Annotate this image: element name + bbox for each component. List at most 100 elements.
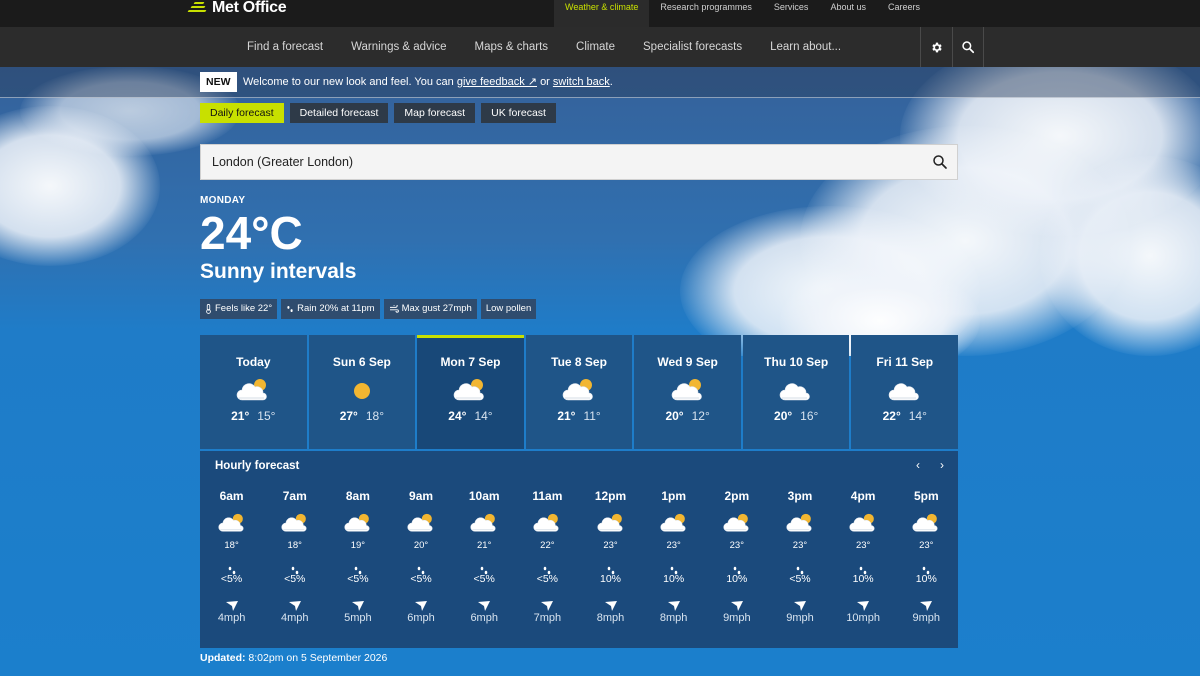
nav-maps-charts[interactable]: Maps & charts	[461, 27, 563, 67]
hour-column: 1pm 23° 10% 8mph	[642, 489, 705, 626]
hour-temp: 18°	[287, 540, 302, 551]
toplink-weather-climate[interactable]: Weather & climate	[554, 0, 650, 27]
day-high: 21°	[231, 409, 250, 423]
day-temps: 21° 11°	[526, 409, 633, 423]
hour-temp: 23°	[919, 540, 934, 551]
hour-time: 1pm	[661, 489, 687, 503]
hourly-next-button[interactable]: ›	[934, 457, 950, 473]
hour-rain-chance: <5%	[284, 573, 306, 585]
day-card[interactable]: Mon 7 Sep 24° 14°	[417, 335, 524, 449]
toplink-research[interactable]: Research programmes	[649, 0, 763, 27]
current-chips: Feels like 22° Rain 20% at 11pm Max gust…	[200, 299, 537, 319]
day-low: 18°	[365, 409, 385, 423]
nav-learn-about[interactable]: Learn about...	[756, 27, 855, 67]
wind-direction-icon	[541, 598, 554, 611]
hour-time: 10am	[468, 489, 500, 503]
hourly-columns: 6am 18° <5% 4mph 7am 18° <5% 4mph 8am 19° <5% 5mph 9…	[200, 489, 958, 626]
hour-wind-speed: 9mph	[912, 612, 941, 624]
settings-button[interactable]	[920, 27, 952, 67]
day-high: 20°	[665, 409, 684, 423]
sunny-intervals-icon	[596, 512, 626, 534]
sunny-intervals-icon	[659, 512, 689, 534]
day-card[interactable]: Thu 10 Sep 20° 16°	[742, 335, 850, 449]
hour-rain-chance: <5%	[536, 573, 559, 585]
sunny-intervals-icon	[561, 377, 597, 403]
hour-wind-speed: 10mph	[846, 612, 880, 624]
day-high: 27°	[339, 409, 358, 423]
tab-map-forecast[interactable]: Map forecast	[394, 103, 476, 123]
day-low: 16°	[800, 409, 819, 423]
current-conditions: MONDAY 24°C Sunny intervals	[200, 195, 356, 284]
give-feedback-link[interactable]: give feedback ↗	[457, 76, 537, 88]
search-icon	[933, 155, 947, 169]
hour-rain-chance: <5%	[789, 573, 811, 585]
tab-detailed-forecast[interactable]: Detailed forecast	[289, 103, 389, 123]
switch-back-link[interactable]: switch back	[553, 76, 610, 88]
nav-find-forecast[interactable]: Find a forecast	[233, 27, 337, 67]
hour-rain-chance: 10%	[600, 573, 622, 585]
new-badge: NEW	[200, 72, 237, 92]
day-card[interactable]: Fri 11 Sep 22° 14°	[851, 335, 959, 449]
hour-rain-chance: <5%	[220, 573, 243, 585]
day-low: 14°	[908, 409, 927, 423]
hour-column: 9am 20° <5% 6mph	[389, 489, 452, 626]
hour-column: 11am 22° <5% 7mph	[516, 489, 579, 626]
nav-warnings[interactable]: Warnings & advice	[337, 27, 460, 67]
hour-temp: 23°	[792, 540, 808, 551]
day-temps: 22° 14°	[851, 409, 958, 423]
sky-background	[0, 66, 1200, 356]
toplink-careers[interactable]: Careers	[877, 0, 931, 27]
toplink-about[interactable]: About us	[819, 0, 877, 27]
sunny-intervals-icon	[452, 377, 488, 403]
hour-wind-speed: 5mph	[344, 612, 372, 624]
location-search-input[interactable]	[201, 145, 921, 179]
day-card[interactable]: Tue 8 Sep 21° 11°	[525, 335, 633, 449]
sunny-intervals-icon	[217, 512, 247, 534]
hour-wind-speed: 9mph	[723, 612, 751, 624]
updated-value: 8:02pm on 5 September 2026	[248, 652, 388, 664]
hour-wind-speed: 8mph	[659, 612, 688, 624]
hour-rain-chance: 10%	[915, 573, 937, 585]
hour-wind-speed: 9mph	[786, 612, 814, 624]
hour-column: 5pm 23° 10% 9mph	[895, 489, 958, 626]
day-name: Sun 6 Sep	[332, 355, 391, 369]
toplink-services[interactable]: Services	[763, 0, 820, 27]
tab-uk-forecast[interactable]: UK forecast	[481, 103, 556, 123]
hour-wind-speed: 6mph	[470, 612, 498, 624]
day-temps: 21° 15°	[200, 409, 307, 423]
hour-rain-chance: 10%	[852, 573, 874, 585]
location-search-button[interactable]	[931, 153, 949, 171]
day-card[interactable]: Sun 6 Sep 27° 18°	[308, 335, 416, 449]
hour-temp: 21°	[477, 540, 492, 551]
day-card[interactable]: Wed 9 Sep 20° 12°	[634, 335, 741, 449]
met-office-logo[interactable]: Met Office	[187, 0, 287, 16]
cloud-icon	[887, 377, 923, 403]
banner-end: .	[609, 76, 613, 88]
sunny-intervals-icon	[280, 512, 310, 534]
chip-max-gust: Max gust 27mph	[383, 299, 477, 319]
day-temps: 27° 18°	[309, 409, 416, 423]
hour-time: 3pm	[787, 489, 813, 503]
chip-max-gust-text: Max gust 27mph	[401, 303, 472, 314]
tab-daily-forecast[interactable]: Daily forecast	[200, 103, 284, 123]
nav-search-button[interactable]	[952, 27, 984, 67]
gear-icon	[932, 42, 942, 52]
sunny-intervals-icon	[848, 512, 878, 534]
hourly-forecast: Hourly forecast ‹ › 6am 18° <5% 4mph 7am 18° <…	[200, 451, 958, 648]
sunny-intervals-icon	[235, 377, 271, 403]
hourly-prev-button[interactable]: ‹	[910, 457, 926, 473]
wind-icon	[389, 305, 399, 313]
nav-specialist[interactable]: Specialist forecasts	[629, 27, 756, 67]
hour-column: 2pm 23° 10% 9mph	[705, 489, 768, 626]
day-card[interactable]: Today 21° 15°	[200, 335, 307, 449]
sun-icon	[344, 377, 380, 403]
hour-time: 8am	[345, 489, 370, 503]
top-links: Weather & climate Research programmes Se…	[554, 0, 931, 27]
chip-rain: Rain 20% at 11pm	[281, 299, 380, 319]
hour-temp: 19°	[350, 540, 366, 551]
nav-climate[interactable]: Climate	[562, 27, 629, 67]
wind-direction-icon	[415, 598, 428, 611]
rain-icon	[290, 562, 300, 575]
day-name: Tue 8 Sep	[551, 355, 607, 369]
rain-icon	[921, 562, 931, 575]
